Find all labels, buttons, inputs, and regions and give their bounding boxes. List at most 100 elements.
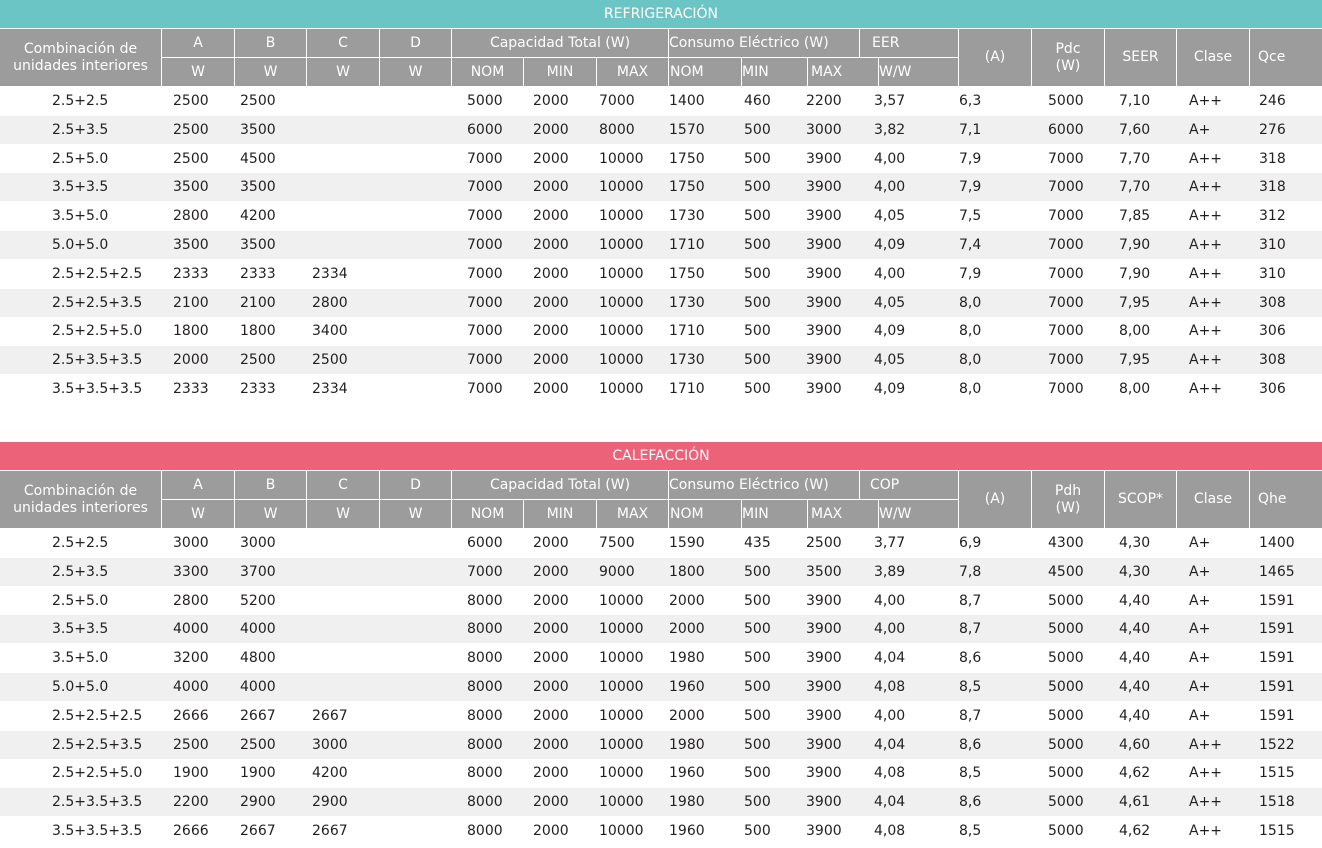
cell-seasonal: 4,40 — [1119, 621, 1151, 638]
cell-con-max: 3900 — [806, 237, 842, 253]
cell-q: 306 — [1259, 323, 1286, 340]
cell-seasonal: 8,00 — [1119, 381, 1151, 397]
cell-con-min: 500 — [744, 121, 771, 138]
cell-seasonal: 4,40 — [1119, 650, 1151, 667]
cell-con-max: 3900 — [806, 265, 842, 282]
cell-con-max: 3900 — [806, 381, 842, 397]
cell-con-max: 3900 — [806, 679, 842, 695]
cell-cap-max: 10000 — [599, 179, 644, 196]
cell-cap-min: 2000 — [533, 237, 569, 253]
cell-a: 2500 — [173, 150, 209, 167]
cell-cap-nom: 6000 — [467, 121, 503, 138]
table-row: 3.5+3.5 4000 4000 8000 2000 10000 2000 500 3900 4… — [0, 615, 1322, 644]
cell-combinacion: 2.5+3.5+3.5 — [52, 352, 143, 369]
cell-ratio: 4,08 — [874, 823, 906, 839]
cell-pd: 5000 — [1048, 736, 1084, 753]
cell-cap-max: 10000 — [599, 294, 644, 311]
cell-ratio: 3,89 — [874, 563, 906, 580]
cell-b: 2500 — [240, 93, 276, 109]
cell-amp: 8,0 — [959, 381, 982, 397]
cell-clase: A++ — [1189, 823, 1223, 839]
table-row: 3.5+3.5+3.5 2333 2333 2334 7000 2000 10000 1710… — [0, 375, 1322, 403]
table-row: 2.5+2.5+2.5 2666 2667 2667 8000 2000 10000 2000… — [0, 701, 1322, 730]
cell-pd: 5000 — [1048, 650, 1084, 667]
header-b: B — [235, 29, 306, 57]
cell-c: 3000 — [312, 736, 348, 753]
cell-cap-min: 2000 — [533, 535, 569, 551]
cell-pd: 5000 — [1048, 707, 1084, 724]
cell-con-nom: 1980 — [669, 650, 705, 667]
table-row: 2.5+2.5+3.5 2100 2100 2800 7000 2000 10000 1730… — [0, 288, 1322, 317]
cell-q: 1591 — [1259, 592, 1295, 609]
cell-con-nom: 1750 — [669, 265, 705, 282]
cell-clase: A++ — [1189, 736, 1223, 753]
cell-a: 2666 — [173, 823, 209, 839]
cell-cap-nom: 7000 — [467, 237, 503, 253]
cell-cap-nom: 8000 — [467, 707, 503, 724]
cell-b: 2667 — [240, 707, 276, 724]
cell-ratio: 4,09 — [874, 323, 906, 340]
cell-con-min: 500 — [744, 237, 771, 253]
cell-ratio: 4,00 — [874, 592, 906, 609]
table-row: 2.5+3.5+3.5 2200 2900 2900 8000 2000 10000 1980… — [0, 788, 1322, 817]
header-pd: Pdh (W) — [1032, 471, 1104, 528]
cell-clase: A+ — [1189, 679, 1211, 695]
cell-cap-max: 10000 — [599, 707, 644, 724]
cell-amp: 7,8 — [959, 563, 982, 580]
cell-con-min: 500 — [744, 323, 771, 340]
cell-amp: 8,6 — [959, 650, 982, 667]
cell-a: 2500 — [173, 121, 209, 138]
cell-con-max: 3900 — [806, 208, 842, 225]
cell-con-nom: 2000 — [669, 592, 705, 609]
table-row: 2.5+2.5+2.5 2333 2333 2334 7000 2000 10000 1750… — [0, 259, 1322, 288]
cell-a: 2333 — [173, 381, 209, 397]
cell-amp: 8,0 — [959, 352, 982, 369]
cell-con-nom: 1710 — [669, 323, 705, 340]
cell-cap-max: 10000 — [599, 323, 644, 340]
cell-cap-min: 2000 — [533, 707, 569, 724]
header-capacidad: Capacidad Total (W) — [452, 29, 668, 57]
cell-ratio: 4,08 — [874, 765, 906, 782]
cell-clase: A++ — [1189, 381, 1223, 397]
cell-combinacion: 2.5+2.5+2.5 — [52, 707, 143, 724]
cell-a: 2800 — [173, 592, 209, 609]
cell-ratio: 4,04 — [874, 794, 906, 811]
cell-seasonal: 4,60 — [1119, 736, 1151, 753]
header-unit-c: W — [307, 500, 379, 528]
cell-con-nom: 1730 — [669, 208, 705, 225]
cell-cap-min: 2000 — [533, 121, 569, 138]
cell-combinacion: 2.5+2.5+5.0 — [52, 765, 143, 782]
cell-clase: A+ — [1189, 621, 1211, 638]
header-cap-min: MIN — [524, 58, 596, 86]
cell-con-min: 460 — [744, 93, 771, 109]
table-row: 5.0+5.0 4000 4000 8000 2000 10000 1960 500 3900 4… — [0, 673, 1322, 701]
cell-amp: 8,0 — [959, 294, 982, 311]
cell-con-min: 500 — [744, 650, 771, 667]
cell-cap-min: 2000 — [533, 794, 569, 811]
cell-cap-max: 10000 — [599, 823, 644, 839]
cell-combinacion: 2.5+2.5+3.5 — [52, 736, 143, 753]
cell-con-max: 2500 — [806, 535, 842, 551]
calefaccion-table: CALEFACCIÓN Combinación de unidades inte… — [0, 442, 1322, 848]
cell-a: 3200 — [173, 650, 209, 667]
cell-q: 310 — [1259, 265, 1286, 282]
cell-con-nom: 1980 — [669, 794, 705, 811]
cell-con-min: 500 — [744, 179, 771, 196]
cell-a: 2000 — [173, 352, 209, 369]
cell-seasonal: 4,40 — [1119, 707, 1151, 724]
table-row: 2.5+3.5+3.5 2000 2500 2500 7000 2000 10000 1730… — [0, 346, 1322, 375]
cell-q: 308 — [1259, 352, 1286, 369]
cell-ratio: 4,00 — [874, 707, 906, 724]
cell-a: 3300 — [173, 563, 209, 580]
cell-ratio: 4,05 — [874, 294, 906, 311]
cell-con-max: 3900 — [806, 150, 842, 167]
cell-seasonal: 4,40 — [1119, 679, 1151, 695]
cell-cap-min: 2000 — [533, 352, 569, 369]
cell-amp: 6,9 — [959, 535, 982, 551]
cell-con-nom: 1980 — [669, 736, 705, 753]
cell-c: 2900 — [312, 794, 348, 811]
cell-cap-nom: 7000 — [467, 208, 503, 225]
cell-cap-max: 10000 — [599, 679, 644, 695]
cell-c: 2667 — [312, 823, 348, 839]
cell-cap-nom: 7000 — [467, 150, 503, 167]
